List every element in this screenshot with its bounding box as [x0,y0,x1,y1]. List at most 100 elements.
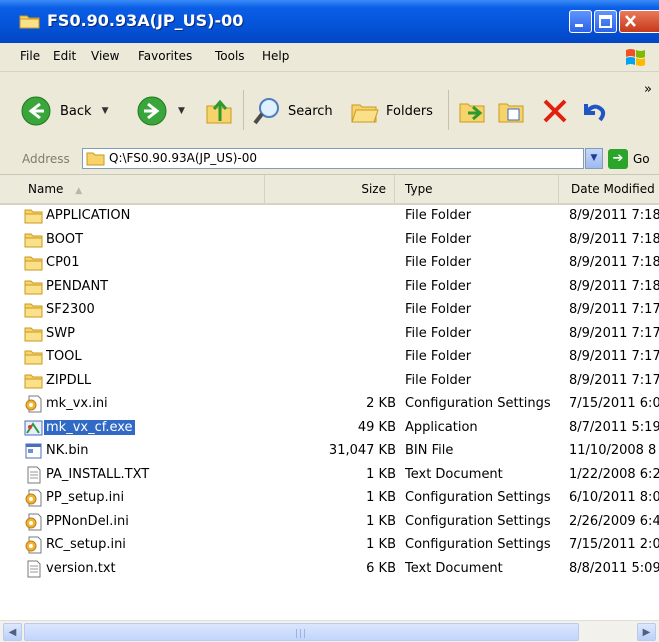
forward-button[interactable]: ▼ [136,95,185,127]
file-name: BOOT [46,231,84,247]
toolbar-overflow-button[interactable]: » [644,82,652,97]
file-size: 2 KB [366,396,396,411]
file-name: TOOL [46,349,82,364]
file-name: PA_INSTALL.TXT [46,466,150,482]
horizontal-scrollbar[interactable]: ◀ ||| ▶ [0,620,659,642]
go-arrow-icon: ➔ [608,148,628,169]
file-row[interactable]: CP01 File Folder 8/9/2011 7:18 [0,252,659,275]
file-row[interactable]: mk_vx.ini 2 KB Configuration Settings 7/15/… [0,393,659,416]
column-type-label: Type [405,182,433,196]
chevron-down-icon[interactable]: ▼ [102,106,109,116]
file-size: 1 KB [366,466,396,482]
close-button[interactable] [619,10,659,33]
file-name: PPNonDel.ini [46,513,129,529]
window-title: FS0.90.93A(JP_US)-00 [47,11,244,30]
file-list[interactable]: APPLICATION File Folder 8/9/2011 7:18 BOOT F… [0,205,659,620]
back-button[interactable]: Back ▼ [20,95,108,127]
delete-button[interactable] [540,96,570,126]
file-row[interactable]: TOOL File Folder 8/9/2011 7:17 [0,346,659,369]
application-icon [24,419,43,437]
scroll-grip-icon: ||| [295,629,308,639]
file-row[interactable]: SWP File Folder 8/9/2011 7:17 [0,323,659,346]
file-size: 31,047 KB [328,443,396,458]
file-size: 1 KB [366,513,396,529]
maximize-button[interactable] [594,10,617,33]
column-name-label: Name [28,182,64,196]
file-row[interactable]: PA_INSTALL.TXT 1 KB Text Document 1/22/2008… [0,464,659,487]
go-label: Go [633,151,650,166]
file-name: APPLICATION [46,208,131,223]
scroll-left-button[interactable]: ◀ [3,623,22,641]
close-icon [625,15,636,27]
file-row[interactable]: mk_vx_cf.exe 49 KB Application 8/7/2011 5:1… [0,417,659,440]
file-date-modified: 8/9/2011 7:17 [569,302,659,317]
menu-tools[interactable]: Tools [215,49,245,63]
settings-file-icon [24,536,43,554]
file-date-modified: 8/9/2011 7:17 [569,349,659,364]
copy-to-button[interactable] [497,96,529,126]
menu-favorites[interactable]: Favorites [138,49,192,63]
file-type: File Folder [405,255,472,270]
up-folder-icon [206,99,232,124]
file-name: NK.bin [46,443,89,458]
back-label: Back [60,103,92,119]
folder-icon [86,152,105,166]
file-row[interactable]: PENDANT File Folder 8/9/2011 7:18 [0,276,659,299]
file-row[interactable]: SF2300 File Folder 8/9/2011 7:17 [0,299,659,322]
file-date-modified: 6/10/2011 8:0 [569,490,659,505]
file-type: File Folder [405,325,472,341]
undo-button[interactable] [578,96,608,126]
file-type: Configuration Settings [405,537,551,552]
column-size-label: Size [361,182,386,196]
search-button[interactable]: Search [252,96,333,126]
file-name: SWP [46,325,75,341]
file-date-modified: 8/7/2011 5:19 [569,419,659,435]
file-row[interactable]: PPNonDel.ini 1 KB Configuration Settings 2/… [0,511,659,534]
minimize-button[interactable] [569,10,592,33]
file-type: Application [405,419,478,435]
file-row[interactable]: PP_setup.ini 1 KB Configuration Settings 6/… [0,487,659,510]
column-headers: Name ▲ Size Type Date Modified [0,175,659,205]
file-name: version.txt [46,560,116,576]
folders-button[interactable]: Folders [350,96,433,126]
menu-view[interactable]: View [91,49,119,63]
scroll-thumb[interactable]: ||| [24,623,579,641]
menu-edit[interactable]: Edit [53,49,76,63]
column-header-type[interactable]: Type [395,175,559,203]
file-row[interactable]: ZIPDLL File Folder 8/9/2011 7:17 [0,370,659,393]
file-date-modified: 8/8/2011 5:09 [569,560,659,576]
menu-help[interactable]: Help [262,49,289,63]
folder-icon [24,372,43,390]
file-type: Text Document [405,560,503,576]
maximize-icon [599,15,612,28]
menu-file[interactable]: File [20,49,40,63]
file-name: SF2300 [46,302,95,317]
file-row[interactable]: BOOT File Folder 8/9/2011 7:18 [0,229,659,252]
search-label: Search [288,103,333,119]
file-type: File Folder [405,372,472,388]
scroll-right-button[interactable]: ▶ [637,623,656,641]
file-name: PP_setup.ini [46,490,125,505]
file-size: 49 KB [357,419,396,435]
column-header-name[interactable]: Name ▲ [22,175,265,203]
file-type: File Folder [405,278,472,294]
go-button[interactable]: ➔ Go [608,146,658,171]
folders-label: Folders [386,103,433,119]
address-input[interactable]: Q:\FS0.90.93A(JP_US)-00 [82,148,584,169]
column-header-date-modified[interactable]: Date Modified [559,175,659,203]
chevron-down-icon[interactable]: ▼ [178,106,185,116]
column-header-size[interactable]: Size [265,175,395,203]
file-row[interactable]: RC_setup.ini 1 KB Configuration Settings 7/… [0,534,659,557]
title-bar[interactable]: FS0.90.93A(JP_US)-00 [0,0,659,43]
file-name: mk_vx_cf.exe [44,419,135,435]
folder-icon [19,15,40,29]
file-date-modified: 7/15/2011 6:0 [569,396,659,411]
column-date-label: Date Modified [571,182,655,196]
move-to-button[interactable] [458,96,490,126]
back-arrow-icon [21,96,51,126]
address-dropdown-button[interactable]: ▼ [585,148,603,169]
file-row[interactable]: NK.bin 31,047 KB BIN File 11/10/2008 8 [0,440,659,463]
file-row[interactable]: APPLICATION File Folder 8/9/2011 7:18 [0,205,659,228]
file-row[interactable]: version.txt 6 KB Text Document 8/8/2011 5:0… [0,558,659,581]
up-folder-button[interactable] [205,96,235,126]
